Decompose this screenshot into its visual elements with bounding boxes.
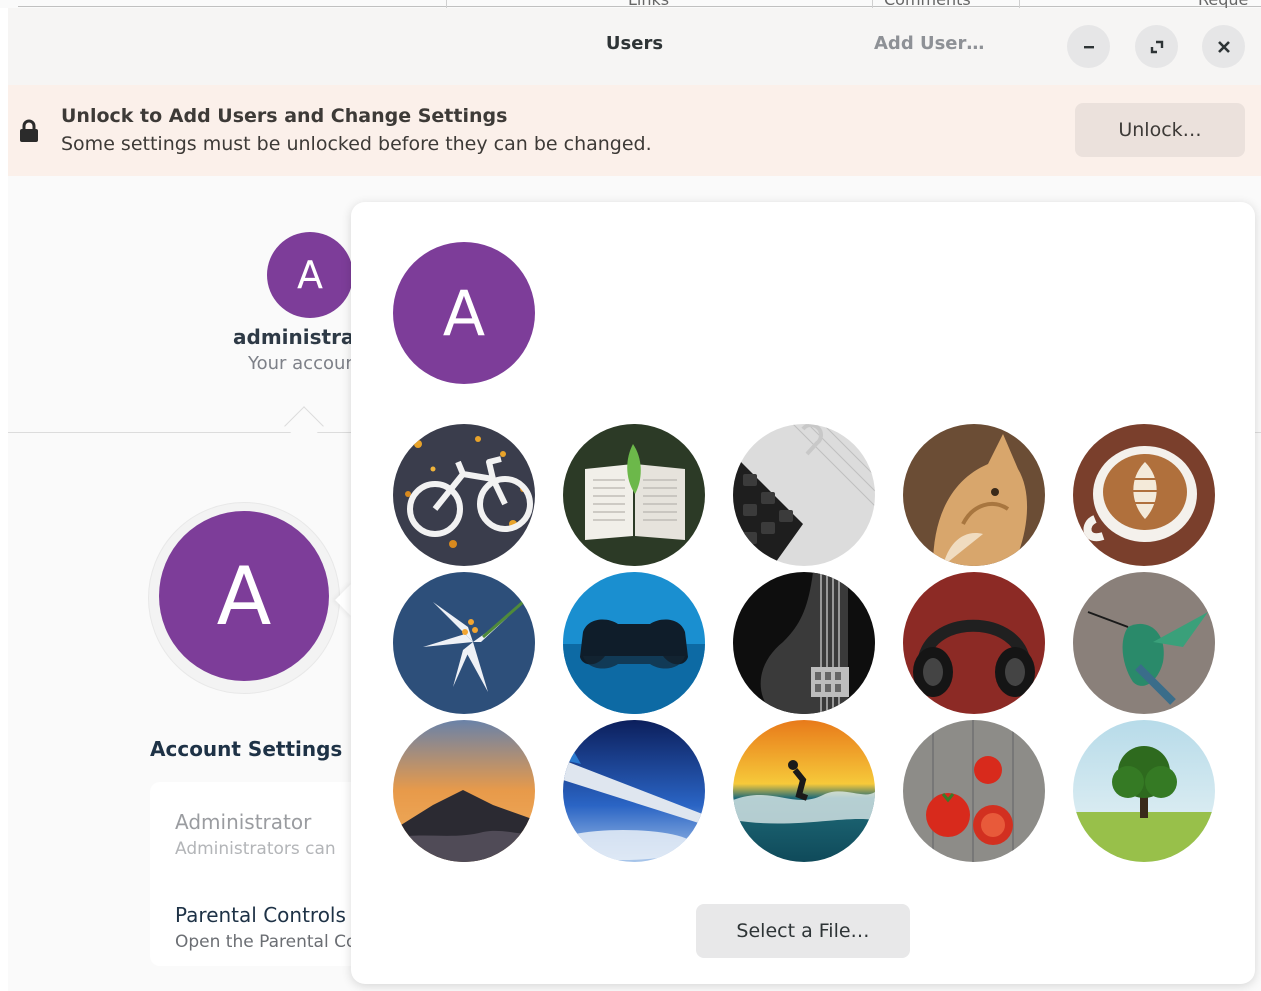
gamepad-icon (563, 572, 705, 714)
close-button[interactable] (1202, 25, 1245, 68)
banner-title: Unlock to Add Users and Change Settings (61, 105, 508, 127)
calculator-icon (733, 424, 875, 566)
parental-controls-row-title: Parental Controls (175, 903, 346, 927)
add-user-button[interactable]: Add User… (874, 33, 984, 54)
close-icon (1217, 40, 1230, 53)
cat-icon (903, 424, 1045, 566)
maximize-icon (1150, 40, 1163, 53)
avatar-option-calculator[interactable] (733, 424, 875, 566)
mountain-icon (393, 720, 535, 862)
avatar-option-coffee[interactable] (1073, 424, 1215, 566)
avatar-option-plane[interactable] (563, 720, 705, 862)
plane-icon (563, 720, 705, 862)
avatar-option-tomatoes[interactable] (903, 720, 1045, 862)
banner-subtitle: Some settings must be unlocked before th… (61, 133, 652, 155)
avatar-option-cat[interactable] (903, 424, 1045, 566)
unlock-banner: Unlock to Add Users and Change Settings … (8, 85, 1261, 176)
background-window-edge: Links Comments Reque (0, 0, 1261, 8)
avatar-grid (393, 424, 1215, 866)
headphones-icon (903, 572, 1045, 714)
avatar-option-bicycle[interactable] (393, 424, 535, 566)
tomatoes-icon (903, 720, 1045, 862)
hummingbird-icon (1073, 572, 1215, 714)
avatar-option-book[interactable] (563, 424, 705, 566)
book-icon (563, 424, 705, 566)
avatar-option-gamepad[interactable] (563, 572, 705, 714)
current-avatar-initial[interactable]: A (393, 242, 535, 384)
avatar-chooser-popover: A Select a File… (351, 202, 1255, 984)
selected-user-indicator (284, 406, 324, 446)
tree-icon (1073, 720, 1215, 862)
background-tab-requests: Reque (1198, 0, 1248, 8)
surfer-icon (733, 720, 875, 862)
minimize-button[interactable] (1067, 25, 1110, 68)
avatar-option-headphones[interactable] (903, 572, 1045, 714)
lock-icon (20, 119, 38, 142)
users-window: Users Add User… Unlock to Add Users and … (8, 8, 1261, 991)
flower-icon (393, 572, 535, 714)
minimize-icon (1083, 45, 1094, 48)
unlock-button[interactable]: Unlock… (1075, 103, 1245, 157)
coffee-icon (1073, 424, 1215, 566)
user-switcher-avatar[interactable]: A (267, 232, 353, 318)
account-avatar-button[interactable]: A (159, 511, 329, 681)
background-tab-comments: Comments (884, 0, 971, 8)
user-switcher-subtitle: Your account (248, 353, 364, 374)
select-file-button[interactable]: Select a File… (696, 904, 910, 958)
background-tab-links: Links (628, 0, 669, 8)
account-settings-heading: Account Settings (150, 737, 343, 761)
bicycle-icon (393, 424, 535, 566)
headerbar: Users Add User… (8, 8, 1261, 85)
avatar-option-flower[interactable] (393, 572, 535, 714)
administrator-row-title: Administrator (175, 810, 312, 834)
avatar-option-guitar[interactable] (733, 572, 875, 714)
avatar-option-hummingbird[interactable] (1073, 572, 1215, 714)
avatar-option-surfer[interactable] (733, 720, 875, 862)
guitar-icon (733, 572, 875, 714)
administrator-row-subtitle: Administrators can (175, 839, 336, 859)
maximize-button[interactable] (1135, 25, 1178, 68)
avatar-option-mountain[interactable] (393, 720, 535, 862)
avatar-option-tree[interactable] (1073, 720, 1215, 862)
